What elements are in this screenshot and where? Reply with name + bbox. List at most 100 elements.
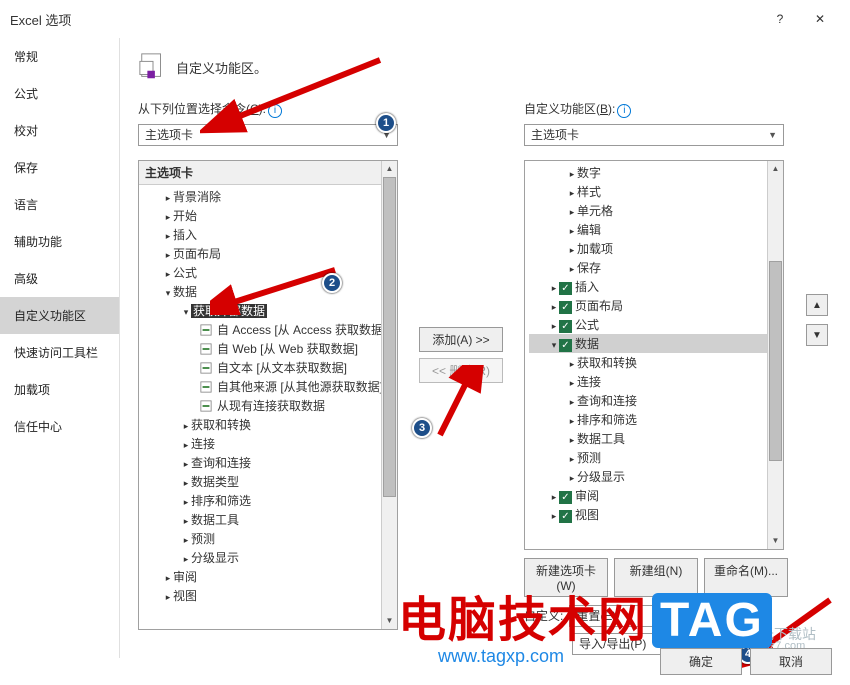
tree-item[interactable]: ▸排序和筛选 [143, 491, 393, 510]
tree-item-label: 查询和连接 [191, 456, 251, 470]
tree-item[interactable]: ▸获取和转换 [143, 415, 393, 434]
checkbox-checked-icon[interactable]: ✓ [559, 491, 572, 504]
tree-item[interactable]: ▸预测 [529, 448, 779, 467]
tree-item[interactable]: ▸开始 [143, 206, 393, 225]
tree-item[interactable]: ▸获取和转换 [529, 353, 779, 372]
tree-item-label: 数据工具 [191, 513, 239, 527]
sidebar-item-5[interactable]: 辅助功能 [0, 223, 119, 260]
help-button[interactable]: ? [760, 6, 800, 32]
tree-item[interactable]: ▸数字 [529, 163, 779, 182]
tree-item[interactable]: ▸页面布局 [143, 244, 393, 263]
sidebar-item-6[interactable]: 高级 [0, 260, 119, 297]
tree-item[interactable]: ▸连接 [143, 434, 393, 453]
expand-icon: ▸ [567, 397, 577, 408]
scrollbar[interactable]: ▲ ▼ [381, 161, 397, 629]
expand-icon: ▸ [163, 212, 173, 223]
tree-item[interactable]: ▾获取外部数据 [143, 301, 393, 320]
tree-item[interactable]: ▸查询和连接 [143, 453, 393, 472]
scrollbar[interactable]: ▲ ▼ [767, 161, 783, 549]
scroll-down-icon[interactable]: ▼ [768, 533, 783, 549]
tree-item[interactable]: ▸查询和连接 [529, 391, 779, 410]
tree-item-label: 查询和连接 [577, 394, 637, 408]
tree-item[interactable]: ▾✓数据 [529, 334, 779, 353]
sidebar-item-2[interactable]: 校对 [0, 112, 119, 149]
expand-icon: ▸ [567, 359, 577, 370]
add-button[interactable]: 添加(A) >> [419, 327, 503, 352]
tree-item[interactable]: ▸背景消除 [143, 187, 393, 206]
checkbox-checked-icon[interactable]: ✓ [559, 339, 572, 352]
expand-icon: ▸ [181, 516, 191, 527]
close-button[interactable]: ✕ [800, 6, 840, 32]
scroll-thumb[interactable] [383, 177, 396, 497]
customize-ribbon-dropdown[interactable]: 主选项卡 ▼ [524, 124, 784, 146]
tree-item[interactable]: ▸连接 [529, 372, 779, 391]
sidebar-item-4[interactable]: 语言 [0, 186, 119, 223]
tree-item-label: 单元格 [577, 204, 613, 218]
checkbox-checked-icon[interactable]: ✓ [559, 320, 572, 333]
tree-item-label: 排序和筛选 [191, 494, 251, 508]
tree-item[interactable]: 从现有连接获取数据 [143, 396, 393, 415]
page-header: 自定义功能区。 [138, 52, 832, 82]
tree-item[interactable]: ▸插入 [143, 225, 393, 244]
tree-item[interactable]: 自 Web [从 Web 获取数据] [143, 339, 393, 358]
move-down-button[interactable]: ▼ [806, 324, 828, 346]
conn-icon [199, 400, 213, 412]
tree-item[interactable]: 自文本 [从文本获取数据] [143, 358, 393, 377]
expand-icon: ▸ [567, 435, 577, 446]
tree-item-label: 排序和筛选 [577, 413, 637, 427]
tree-item[interactable]: ▸审阅 [143, 567, 393, 586]
sidebar-item-3[interactable]: 保存 [0, 149, 119, 186]
ribbon-tree[interactable]: ▸数字▸样式▸单元格▸编辑▸加载项▸保存▸✓插入▸✓页面布局▸✓公式▾✓数据▸获… [524, 160, 784, 550]
expand-icon: ▸ [567, 245, 577, 256]
tree-item[interactable]: ▸✓插入 [529, 277, 779, 296]
middle-buttons: 添加(A) >> << 删除(R) [416, 100, 506, 610]
tree-item[interactable]: ▸✓公式 [529, 315, 779, 334]
tree-item[interactable]: ▸编辑 [529, 220, 779, 239]
scroll-thumb[interactable] [769, 261, 782, 461]
tree-item[interactable]: ▸✓页面布局 [529, 296, 779, 315]
expand-icon: ▾ [163, 288, 173, 299]
sidebar-item-10[interactable]: 信任中心 [0, 408, 119, 445]
sidebar-item-7[interactable]: 自定义功能区 [0, 297, 119, 334]
sidebar-item-8[interactable]: 快速访问工具栏 [0, 334, 119, 371]
tree-item[interactable]: ▸排序和筛选 [529, 410, 779, 429]
tree-item-label: 从现有连接获取数据 [217, 399, 325, 413]
tree-item[interactable]: ▸数据工具 [529, 429, 779, 448]
commands-tree[interactable]: 主选项卡 ▸背景消除▸开始▸插入▸页面布局▸公式▾数据▾获取外部数据自 Acce… [138, 160, 398, 630]
scroll-down-icon[interactable]: ▼ [382, 613, 397, 629]
scroll-up-icon[interactable]: ▲ [768, 161, 783, 177]
tree-item[interactable]: ▸保存 [529, 258, 779, 277]
cancel-button[interactable]: 取消 [750, 648, 832, 675]
tree-item[interactable]: ▸✓视图 [529, 505, 779, 524]
tree-item[interactable]: 自 Access [从 Access 获取数据] [143, 320, 393, 339]
move-up-button[interactable]: ▲ [806, 294, 828, 316]
tree-item[interactable]: ▸公式 [143, 263, 393, 282]
sidebar-item-1[interactable]: 公式 [0, 75, 119, 112]
tree-item[interactable]: ▸视图 [143, 586, 393, 605]
checkbox-checked-icon[interactable]: ✓ [559, 510, 572, 523]
checkbox-checked-icon[interactable]: ✓ [559, 282, 572, 295]
tree-item-label: 获取和转换 [191, 418, 251, 432]
tree-item[interactable]: ▸分级显示 [143, 548, 393, 567]
tree-item[interactable]: 自其他来源 [从其他源获取数据] [143, 377, 393, 396]
tree-item[interactable]: ▸✓审阅 [529, 486, 779, 505]
tree-item[interactable]: ▸加载项 [529, 239, 779, 258]
tree-item[interactable]: ▸样式 [529, 182, 779, 201]
expand-icon: ▸ [567, 169, 577, 180]
ok-button[interactable]: 确定 [660, 648, 742, 675]
tree-item-label: 保存 [577, 261, 601, 275]
choose-commands-dropdown[interactable]: 主选项卡 ▼ [138, 124, 398, 146]
tree-item[interactable]: ▾数据 [143, 282, 393, 301]
tree-item[interactable]: ▸单元格 [529, 201, 779, 220]
scroll-up-icon[interactable]: ▲ [382, 161, 397, 177]
sidebar-item-0[interactable]: 常规 [0, 38, 119, 75]
expand-icon: ▸ [567, 188, 577, 199]
tree-item-label: 开始 [173, 209, 197, 223]
tree-item[interactable]: ▸分级显示 [529, 467, 779, 486]
tree-item[interactable]: ▸数据类型 [143, 472, 393, 491]
tree-item[interactable]: ▸预测 [143, 529, 393, 548]
watermark-brand: 电脑技术网TAG [398, 580, 772, 650]
tree-item[interactable]: ▸数据工具 [143, 510, 393, 529]
checkbox-checked-icon[interactable]: ✓ [559, 301, 572, 314]
sidebar-item-9[interactable]: 加载项 [0, 371, 119, 408]
